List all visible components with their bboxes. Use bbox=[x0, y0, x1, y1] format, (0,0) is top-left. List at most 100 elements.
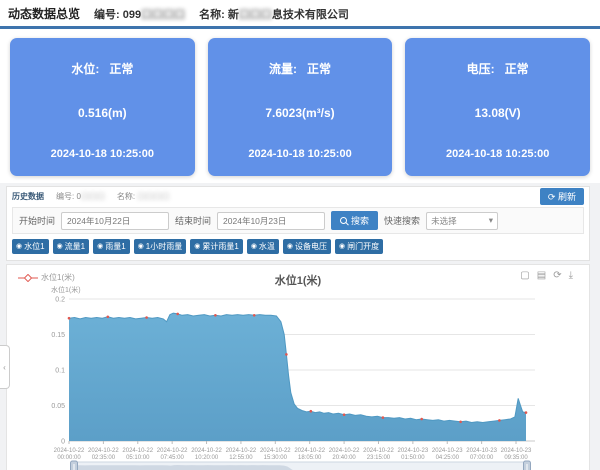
x-tick-time: 07:45:00 bbox=[160, 455, 184, 461]
card-timestamp: 2024-10-18 10:25:00 bbox=[18, 148, 187, 160]
search-icon bbox=[340, 217, 347, 224]
chart-card: 水位1(米) 水位1(米) ▢ ▤ ⟳ ⤓ 水位1(米) 0.20.150.10… bbox=[6, 264, 590, 470]
start-time-label: 开始时间 bbox=[19, 214, 55, 227]
station-name-suffix: 息技术有限公司 bbox=[272, 9, 349, 21]
x-tick-time: 20:40:00 bbox=[332, 455, 356, 461]
series-button-total-rain[interactable]: ◉累计雨量1 bbox=[190, 239, 243, 254]
series-button-hourly-rain[interactable]: ◉1小时雨量 bbox=[134, 239, 187, 254]
x-tick-time: 15:30:00 bbox=[264, 455, 288, 461]
series-icon: ◉ bbox=[251, 243, 257, 250]
x-tick-date: 2024-10-23 bbox=[432, 448, 463, 454]
data-point-marker bbox=[145, 316, 148, 319]
station-id-label: 编号: bbox=[94, 9, 120, 21]
series-button-row: ◉水位1 ◉流量1 ◉雨量1 ◉1小时雨量 ◉累计雨量1 ◉水温 ◉设备电压 ◉… bbox=[7, 236, 589, 260]
end-time-label: 结束时间 bbox=[175, 214, 211, 227]
series-button-gate-opening[interactable]: ◉闸门开度 bbox=[335, 239, 383, 254]
station-name-label: 名称: bbox=[199, 9, 225, 21]
series-button-device-voltage[interactable]: ◉设备电压 bbox=[283, 239, 331, 254]
x-tick-date: 2024-10-22 bbox=[260, 448, 291, 454]
page-title: 动态数据总览 bbox=[8, 5, 80, 22]
chevron-down-icon: ▾ bbox=[489, 215, 493, 226]
data-point-marker bbox=[382, 416, 385, 419]
refresh-button[interactable]: ⟳ 刷新 bbox=[540, 188, 584, 205]
series-icon: ◉ bbox=[287, 243, 293, 250]
x-tick-date: 2024-10-22 bbox=[363, 448, 394, 454]
drawer-toggle-handle[interactable]: ‹ bbox=[0, 345, 10, 389]
card-title: 水位:正常 bbox=[18, 60, 187, 77]
x-tick-time: 04:25:00 bbox=[436, 455, 460, 461]
refresh-icon: ⟳ bbox=[548, 192, 556, 202]
x-tick-date: 2024-10-22 bbox=[122, 448, 153, 454]
x-tick-time: 01:50:00 bbox=[401, 455, 425, 461]
station-id-value: 099 bbox=[123, 9, 141, 21]
history-station-id: 编号: 0口口口 bbox=[56, 191, 105, 202]
card-value: 0.516(m) bbox=[18, 106, 187, 120]
data-point-marker bbox=[285, 353, 288, 356]
y-tick-label: 0.05 bbox=[51, 403, 65, 410]
series-button-water-temp[interactable]: ◉水温 bbox=[247, 239, 279, 254]
x-tick-date: 2024-10-23 bbox=[398, 448, 429, 454]
y-tick-label: 0 bbox=[61, 439, 65, 446]
voltage-card: 电压:正常 13.08(V) 2024-10-18 10:25:00 bbox=[405, 38, 590, 176]
search-button[interactable]: 搜索 bbox=[331, 211, 378, 230]
station-id: 编号: 099口口口口 bbox=[94, 6, 185, 22]
x-tick-time: 23:15:00 bbox=[367, 455, 391, 461]
series-icon: ◉ bbox=[138, 243, 144, 250]
series-icon: ◉ bbox=[16, 243, 22, 250]
y-tick-label: 0.1 bbox=[55, 368, 65, 375]
station-name: 名称: 新口口口息技术有限公司 bbox=[199, 6, 349, 22]
flow-card: 流量:正常 7.6023(m³/s) 2024-10-18 10:25:00 bbox=[208, 38, 393, 176]
series-icon: ◉ bbox=[194, 243, 200, 250]
x-tick-date: 2024-10-22 bbox=[88, 448, 119, 454]
start-time-input[interactable] bbox=[61, 212, 169, 230]
data-point-marker bbox=[253, 314, 256, 317]
history-panel-header: 历史数据 编号: 0口口口 名称: 口口口口 ⟳ 刷新 bbox=[7, 187, 589, 205]
x-tick-time: 00:00:00 bbox=[57, 455, 81, 461]
card-title: 电压:正常 bbox=[413, 60, 582, 77]
series-button-rainfall[interactable]: ◉雨量1 bbox=[93, 239, 130, 254]
y-tick-label: 0.2 bbox=[55, 297, 65, 304]
water-level-chart: 0.20.150.10.0502024-10-2200:00:002024-10… bbox=[7, 265, 589, 470]
data-point-marker bbox=[214, 314, 217, 317]
quick-search-select[interactable]: 未选择 ▾ bbox=[426, 212, 498, 230]
water-level-card: 水位:正常 0.516(m) 2024-10-18 10:25:00 bbox=[10, 38, 195, 176]
x-tick-time: 02:35:00 bbox=[92, 455, 116, 461]
x-tick-time: 10:20:00 bbox=[195, 455, 219, 461]
station-name-value: 新 bbox=[228, 9, 239, 21]
card-timestamp: 2024-10-18 10:25:00 bbox=[216, 148, 385, 160]
x-tick-date: 2024-10-22 bbox=[54, 448, 85, 454]
y-tick-label: 0.15 bbox=[51, 332, 65, 339]
page-header: 动态数据总览 编号: 099口口口口 名称: 新口口口息技术有限公司 bbox=[0, 0, 600, 26]
station-id-redacted: 口口口口 bbox=[141, 9, 185, 21]
history-panel: 历史数据 编号: 0口口口 名称: 口口口口 ⟳ 刷新 开始时间 结束时间 搜索… bbox=[6, 186, 590, 261]
card-title: 流量:正常 bbox=[216, 60, 385, 77]
data-point-marker bbox=[107, 316, 110, 319]
data-point-marker bbox=[176, 313, 179, 316]
x-tick-time: 12:55:00 bbox=[229, 455, 253, 461]
x-tick-time: 07:00:00 bbox=[470, 455, 494, 461]
x-tick-date: 2024-10-23 bbox=[466, 448, 497, 454]
data-point-marker bbox=[420, 418, 423, 421]
x-tick-date: 2024-10-22 bbox=[329, 448, 360, 454]
series-button-flow[interactable]: ◉流量1 bbox=[53, 239, 90, 254]
series-icon: ◉ bbox=[97, 243, 103, 250]
x-tick-time: 18:05:00 bbox=[298, 455, 322, 461]
history-title: 历史数据 bbox=[12, 191, 44, 202]
quick-search-value: 未选择 bbox=[431, 215, 457, 227]
x-tick-date: 2024-10-22 bbox=[191, 448, 222, 454]
card-value: 7.6023(m³/s) bbox=[216, 106, 385, 120]
x-tick-time: 09:35:00 bbox=[504, 455, 528, 461]
card-value: 13.08(V) bbox=[413, 106, 582, 120]
data-point-marker bbox=[68, 317, 71, 320]
history-station-name: 名称: 口口口口 bbox=[117, 191, 169, 202]
end-time-input[interactable] bbox=[217, 212, 325, 230]
status-cards: 水位:正常 0.516(m) 2024-10-18 10:25:00 流量:正常… bbox=[0, 29, 600, 183]
series-button-water-level[interactable]: ◉水位1 bbox=[12, 239, 49, 254]
data-point-marker bbox=[343, 413, 346, 416]
series-icon: ◉ bbox=[57, 243, 63, 250]
series-icon: ◉ bbox=[339, 243, 345, 250]
data-point-marker bbox=[498, 419, 501, 422]
x-tick-date: 2024-10-23 bbox=[501, 448, 532, 454]
x-tick-date: 2024-10-22 bbox=[157, 448, 188, 454]
card-timestamp: 2024-10-18 10:25:00 bbox=[413, 148, 582, 160]
